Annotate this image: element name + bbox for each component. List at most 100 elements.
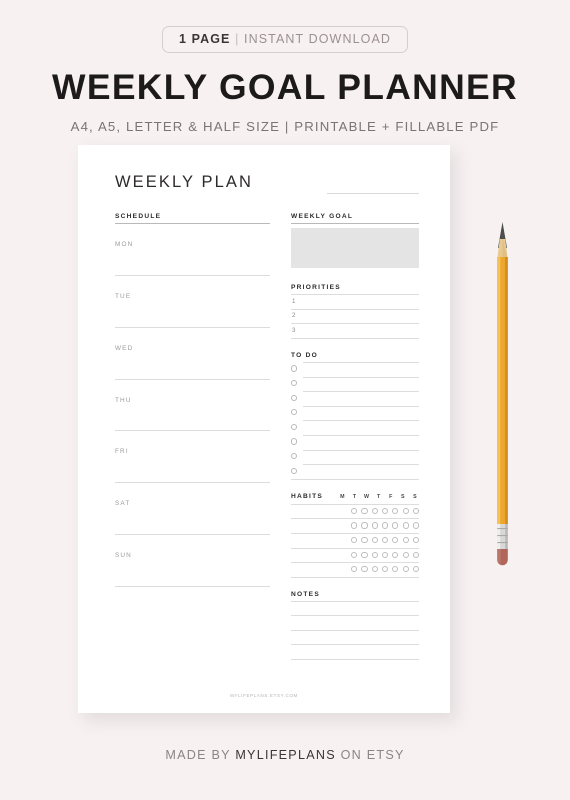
schedule-day-row[interactable]: WED bbox=[115, 328, 270, 380]
note-row[interactable] bbox=[291, 615, 419, 630]
habit-checkbox-icon[interactable] bbox=[381, 507, 389, 514]
habit-row[interactable] bbox=[291, 532, 419, 548]
habit-checkbox-icon[interactable] bbox=[351, 566, 358, 573]
note-rule bbox=[291, 629, 419, 631]
badge-separator: | bbox=[235, 32, 240, 46]
todo-row[interactable] bbox=[291, 434, 419, 450]
habit-row[interactable] bbox=[291, 562, 419, 577]
schedule-day-row[interactable]: TUE bbox=[115, 276, 270, 328]
habit-checkbox-icon[interactable] bbox=[392, 566, 399, 573]
habit-checkbox-icon[interactable] bbox=[361, 566, 368, 573]
badge-download-label: INSTANT DOWNLOAD bbox=[244, 32, 392, 46]
todo-rule bbox=[303, 449, 419, 451]
weekly-goal-field[interactable] bbox=[291, 228, 419, 269]
habit-checkbox-icon[interactable] bbox=[371, 536, 378, 544]
todo-row[interactable] bbox=[291, 405, 419, 421]
schedule-day-row[interactable]: SUN bbox=[115, 535, 270, 587]
note-row[interactable] bbox=[291, 600, 419, 616]
habit-row[interactable] bbox=[291, 547, 419, 563]
priority-number: 1 bbox=[292, 297, 296, 305]
schedule-day-row[interactable]: MON bbox=[115, 224, 270, 276]
priority-row[interactable]: 1 bbox=[291, 294, 419, 309]
schedule-day-label: THU bbox=[115, 396, 132, 404]
habit-day-initial: W bbox=[364, 493, 370, 500]
todo-checkbox-icon[interactable] bbox=[291, 365, 298, 372]
habit-checkbox-icon[interactable] bbox=[371, 566, 378, 573]
todo-row[interactable] bbox=[291, 464, 419, 479]
habit-checkbox-icon[interactable] bbox=[361, 507, 368, 514]
habit-day-initial: M bbox=[340, 493, 345, 500]
todo-row[interactable] bbox=[291, 391, 419, 406]
priority-rule bbox=[291, 308, 419, 310]
habit-checkbox-icon[interactable] bbox=[351, 551, 358, 558]
habit-checkbox-icon[interactable] bbox=[412, 507, 419, 514]
todo-row[interactable] bbox=[291, 361, 419, 377]
schedule-day-row[interactable]: FRI bbox=[115, 431, 270, 484]
todo-list bbox=[291, 361, 419, 480]
habit-checkbox-icon[interactable] bbox=[361, 551, 368, 558]
footer-suffix: ON ETSY bbox=[340, 748, 405, 762]
habit-checkbox-icon[interactable] bbox=[381, 522, 389, 529]
date-blank-line bbox=[327, 193, 419, 194]
habit-checkbox-icon[interactable] bbox=[412, 551, 419, 558]
note-row[interactable] bbox=[291, 629, 419, 645]
habit-checkbox-icon[interactable] bbox=[412, 566, 419, 573]
habit-rule bbox=[291, 547, 419, 549]
priority-row[interactable]: 3 bbox=[291, 323, 419, 338]
todo-row[interactable] bbox=[291, 420, 419, 435]
habit-checkbox-icon[interactable] bbox=[351, 507, 358, 514]
habit-checkbox-icon[interactable] bbox=[371, 507, 378, 514]
todo-rule bbox=[303, 391, 419, 393]
schedule-day-row[interactable]: THU bbox=[115, 380, 270, 432]
habit-checkbox-icon[interactable] bbox=[371, 522, 378, 529]
page-title: WEEKLY GOAL PLANNER bbox=[52, 67, 518, 107]
todo-rule bbox=[303, 376, 419, 378]
habit-checkbox-icon[interactable] bbox=[392, 536, 399, 544]
schedule-day-label: SAT bbox=[115, 500, 131, 508]
todo-checkbox-icon[interactable] bbox=[291, 379, 298, 387]
habit-checkbox-icon[interactable] bbox=[351, 536, 358, 544]
todo-checkbox-icon[interactable] bbox=[291, 467, 298, 474]
habit-checkbox-icon[interactable] bbox=[402, 536, 409, 544]
habit-checkbox-icon[interactable] bbox=[361, 522, 368, 529]
habit-checkbox-icon[interactable] bbox=[381, 536, 389, 544]
todo-row[interactable] bbox=[291, 449, 419, 465]
habit-rule bbox=[291, 518, 419, 520]
schedule-day-row[interactable]: SAT bbox=[115, 483, 270, 535]
habit-day-initial: F bbox=[389, 493, 393, 500]
habit-checkbox-icon[interactable] bbox=[371, 551, 378, 558]
promo-header: 1 PAGE | INSTANT DOWNLOAD WEEKLY GOAL PL… bbox=[0, 0, 570, 134]
habit-checkbox-icon[interactable] bbox=[402, 507, 409, 514]
habit-checkbox-icon[interactable] bbox=[392, 522, 399, 529]
schedule-day-rule bbox=[115, 585, 270, 587]
habits-list bbox=[291, 503, 419, 578]
habit-checkbox-icon[interactable] bbox=[402, 522, 409, 529]
planner-watermark: MYLIFEPLANS.ETSY.COM bbox=[230, 693, 298, 698]
download-badge: 1 PAGE | INSTANT DOWNLOAD bbox=[161, 26, 409, 53]
habit-checkbox-icon[interactable] bbox=[402, 551, 409, 558]
habit-checkbox-icon[interactable] bbox=[381, 551, 389, 558]
habit-checkbox-icon[interactable] bbox=[361, 536, 368, 544]
priority-rule bbox=[291, 294, 419, 296]
schedule-day-label: MON bbox=[115, 241, 134, 249]
todo-checkbox-icon[interactable] bbox=[291, 423, 298, 430]
habit-checkbox-icon[interactable] bbox=[402, 566, 409, 573]
habit-checkbox-icon[interactable] bbox=[412, 522, 419, 529]
habit-checkbox-icon[interactable] bbox=[392, 507, 399, 514]
habit-checkbox-icon[interactable] bbox=[412, 536, 419, 544]
habit-checkbox-icon[interactable] bbox=[351, 522, 358, 529]
todo-checkbox-icon[interactable] bbox=[291, 394, 298, 401]
habit-day-initial: S bbox=[401, 493, 405, 500]
habit-checkbox-icon[interactable] bbox=[392, 551, 399, 558]
todo-row[interactable] bbox=[291, 376, 419, 392]
todo-checkbox-icon[interactable] bbox=[291, 452, 298, 460]
habit-row[interactable] bbox=[291, 503, 419, 519]
note-row[interactable] bbox=[291, 644, 419, 659]
note-rule bbox=[291, 644, 419, 646]
todo-checkbox-icon[interactable] bbox=[291, 409, 298, 416]
todo-checkbox-icon[interactable] bbox=[291, 438, 298, 445]
habit-checkbox-icon[interactable] bbox=[381, 566, 389, 573]
schedule-day-label: SUN bbox=[115, 551, 132, 559]
priority-row[interactable]: 2 bbox=[291, 308, 419, 324]
habit-row[interactable] bbox=[291, 518, 419, 533]
